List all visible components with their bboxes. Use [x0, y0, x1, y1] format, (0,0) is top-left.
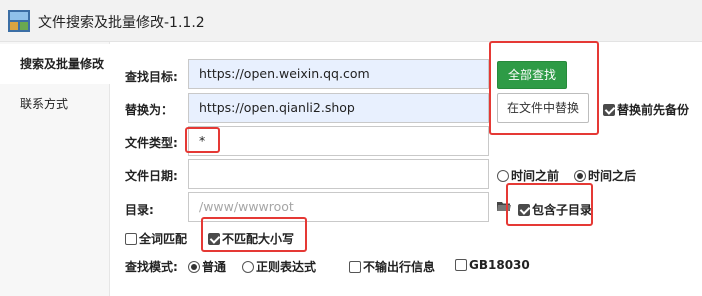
checkbox-unchecked-icon	[455, 259, 467, 271]
replace-with-input[interactable]: https://open.qianli2.shop	[188, 93, 489, 123]
radio-on-icon	[188, 260, 200, 273]
date-after-radio[interactable]: 时间之后	[574, 167, 636, 184]
checkbox-checked-icon	[518, 203, 530, 216]
mode-regex-radio[interactable]: 正则表达式	[242, 258, 316, 275]
mode-normal-label: 普通	[202, 260, 227, 274]
gb18030-checkbox[interactable]: GB18030	[455, 258, 530, 272]
sidebar-item-search-modify[interactable]: 搜索及批量修改	[0, 44, 110, 84]
replace-with-label: 替换为：	[125, 103, 174, 117]
folder-icon[interactable]	[497, 201, 511, 212]
ignore-case-checkbox[interactable]: 不匹配大小写	[208, 230, 294, 247]
app-icon	[8, 10, 30, 32]
include-subdirs-checkbox[interactable]: 包含子目录	[518, 201, 592, 218]
date-before-label: 时间之前	[511, 169, 560, 183]
file-date-input[interactable]	[188, 159, 489, 189]
find-all-button[interactable]: 全部查找	[497, 61, 567, 89]
search-mode-label: 查找模式:	[125, 260, 178, 274]
file-type-input[interactable]: *	[188, 126, 489, 156]
no-line-output-checkbox[interactable]: 不输出行信息	[349, 258, 435, 275]
whole-word-checkbox[interactable]: 全词匹配	[125, 230, 187, 247]
whole-word-label: 全词匹配	[139, 232, 188, 246]
search-target-label: 查找目标:	[125, 70, 178, 84]
gb18030-label: GB18030	[469, 258, 530, 272]
date-after-label: 时间之后	[588, 169, 637, 183]
checkbox-unchecked-icon	[125, 232, 137, 245]
no-line-output-label: 不输出行信息	[363, 260, 436, 274]
radio-on-icon	[574, 169, 586, 182]
backup-before-replace-label: 替换前先备份	[617, 103, 690, 117]
include-subdirs-label: 包含子目录	[532, 203, 593, 217]
radio-off-icon	[497, 169, 509, 182]
date-before-radio[interactable]: 时间之前	[497, 167, 559, 184]
sidebar-item-contact[interactable]: 联系方式	[0, 84, 110, 124]
checkbox-checked-icon	[208, 232, 220, 245]
mode-normal-radio[interactable]: 普通	[188, 258, 226, 275]
sidebar: 搜索及批量修改 联系方式	[0, 42, 110, 296]
checkbox-checked-icon	[603, 103, 615, 116]
radio-off-icon	[242, 260, 254, 273]
replace-in-files-button[interactable]: 在文件中替换	[497, 93, 589, 123]
directory-placeholder: /www/wwwroot	[199, 199, 294, 214]
search-target-input[interactable]: https://open.weixin.qq.com	[188, 59, 489, 89]
ignore-case-label: 不匹配大小写	[222, 232, 295, 246]
directory-input[interactable]: /www/wwwroot	[188, 192, 489, 222]
file-date-label: 文件日期:	[125, 169, 178, 183]
directory-label: 目录:	[125, 203, 154, 217]
backup-before-replace-checkbox[interactable]: 替换前先备份	[603, 101, 689, 118]
file-type-label: 文件类型:	[125, 136, 178, 150]
title-bar: 文件搜索及批量修改-1.1.2	[0, 0, 702, 42]
checkbox-unchecked-icon	[349, 260, 361, 273]
window-title: 文件搜索及批量修改-1.1.2	[38, 15, 205, 31]
mode-regex-label: 正则表达式	[256, 260, 317, 274]
